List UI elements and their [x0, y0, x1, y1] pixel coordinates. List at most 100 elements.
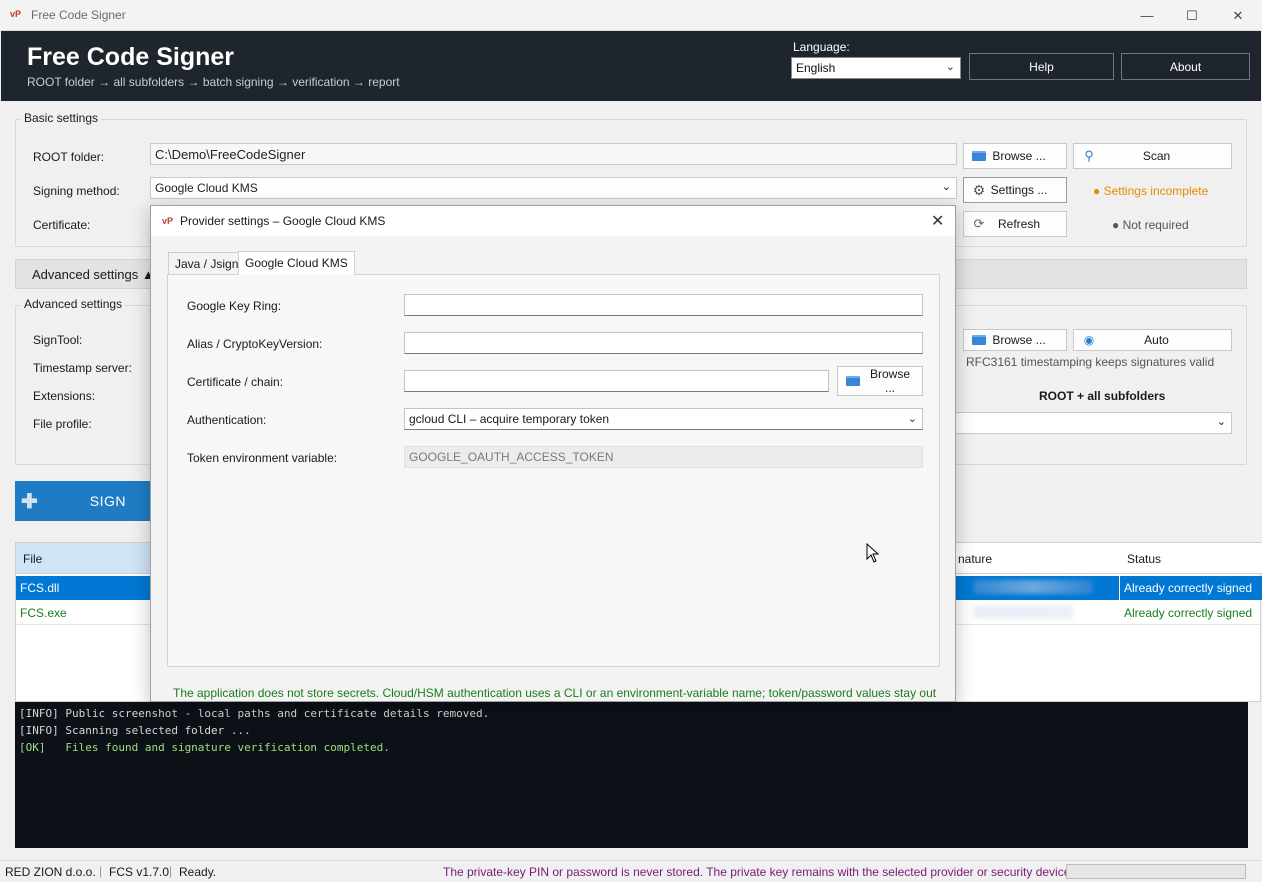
- close-window-button[interactable]: ✕: [1215, 0, 1261, 31]
- scope-label: ROOT + all subfolders: [1039, 389, 1166, 403]
- key-ring-input[interactable]: [404, 294, 923, 316]
- key-ring-label: Google Key Ring:: [187, 299, 282, 313]
- dialog-title: Provider settings – Google Cloud KMS: [180, 214, 386, 228]
- refresh-button[interactable]: ⟳ Refresh: [963, 211, 1067, 237]
- browse-root-label: Browse ...: [992, 149, 1046, 163]
- folder-icon: [968, 335, 990, 345]
- root-folder-input[interactable]: C:\Demo\FreeCodeSigner: [150, 143, 957, 165]
- status-separator: |: [169, 864, 173, 878]
- status-bar: RED ZION d.o.o. | FCS v1.7.0 | Ready. Th…: [0, 860, 1262, 882]
- log-line: [INFO] Public screenshot - local paths a…: [19, 707, 490, 720]
- chevron-down-icon: ⌄: [941, 181, 951, 193]
- log-line: [OK] Files found and signature verificat…: [19, 741, 390, 754]
- dialog-titlebar: vP Provider settings – Google Cloud KMS …: [151, 206, 955, 236]
- authentication-value: gcloud CLI – acquire temporary token: [409, 412, 610, 426]
- about-button[interactable]: About: [1121, 53, 1250, 80]
- google-kms-panel: Google Key Ring: Alias / CryptoKeyVersio…: [167, 274, 940, 667]
- search-icon: ⚲: [1084, 148, 1094, 163]
- signing-method-value: Google Cloud KMS: [155, 181, 258, 195]
- minimize-button[interactable]: —: [1124, 0, 1170, 31]
- scan-label: Scan: [1142, 149, 1171, 163]
- status-cell: Already correctly signed: [1124, 606, 1253, 620]
- help-button[interactable]: Help: [969, 53, 1114, 80]
- secrets-note: The application does not store secrets. …: [173, 686, 937, 700]
- sign-button[interactable]: ✚ SIGN: [15, 481, 155, 521]
- refresh-label: Refresh: [997, 217, 1041, 231]
- app-subtitle: ROOT folder → all subfolders → batch sig…: [27, 75, 400, 89]
- app-icon: vP: [10, 9, 22, 19]
- maximize-button[interactable]: ☐: [1169, 0, 1215, 31]
- column-header-file[interactable]: File: [16, 543, 156, 574]
- progress-bar: [1066, 864, 1246, 879]
- token-env-input: GOOGLE_OAUTH_ACCESS_TOKEN: [404, 446, 923, 468]
- window-titlebar: vP Free Code Signer — ☐ ✕: [0, 0, 1262, 31]
- chevron-down-icon: ⌄: [1216, 416, 1226, 428]
- browse-root-button[interactable]: Browse ...: [963, 143, 1067, 169]
- basic-settings-title: Basic settings: [21, 111, 102, 125]
- provider-settings-button[interactable]: ⚙ Settings ...: [963, 177, 1067, 203]
- language-label: Language:: [793, 40, 850, 54]
- log-line: [INFO] Scanning selected folder ...: [19, 724, 251, 737]
- column-header-signature[interactable]: nature: [951, 543, 1121, 574]
- version-label: FCS v1.7.0: [109, 865, 170, 879]
- file-profile-label: File profile:: [33, 417, 92, 431]
- close-icon[interactable]: ✕: [931, 211, 944, 231]
- extensions-label: Extensions:: [33, 389, 96, 403]
- settings-status: ● Settings incomplete: [1093, 184, 1209, 198]
- authentication-select[interactable]: gcloud CLI – acquire temporary token ⌄: [404, 408, 923, 430]
- certificate-chain-label: Certificate / chain:: [187, 375, 284, 389]
- plus-icon: ✚: [21, 490, 38, 513]
- scan-button[interactable]: ⚲ Scan: [1073, 143, 1232, 169]
- language-select[interactable]: English ⌄: [791, 57, 961, 79]
- auto-button[interactable]: ◉ Auto: [1073, 329, 1232, 351]
- refresh-icon: ⟳: [973, 216, 985, 231]
- browse-certificate-button[interactable]: Browse ...: [837, 366, 923, 396]
- advanced-settings-title: Advanced settings: [21, 297, 126, 311]
- file-cell: FCS.exe: [20, 606, 67, 620]
- signing-method-label: Signing method:: [33, 184, 120, 198]
- chevron-down-icon: ⌄: [907, 413, 917, 425]
- app-icon: vP: [162, 216, 174, 226]
- company-name: RED ZION d.o.o.: [5, 865, 96, 879]
- signature-cell: [953, 576, 1119, 600]
- timestamp-note: RFC3161 timestamping keeps signatures va…: [966, 355, 1215, 369]
- browse-signtool-label: Browse ...: [992, 333, 1046, 347]
- gear-icon: ⚙: [972, 181, 986, 198]
- alias-input[interactable]: [404, 332, 923, 354]
- root-folder-label: ROOT folder:: [33, 150, 105, 164]
- status-state: Ready.: [179, 865, 217, 879]
- signtool-label: SignTool:: [33, 333, 83, 347]
- provider-settings-label: Settings ...: [990, 183, 1048, 197]
- chevron-down-icon: ⌄: [945, 61, 955, 73]
- column-header-status[interactable]: Status: [1120, 543, 1262, 574]
- file-profile-select[interactable]: ⌄: [955, 412, 1232, 434]
- browse-certificate-label: Browse ...: [869, 367, 910, 395]
- provider-settings-dialog: vP Provider settings – Google Cloud KMS …: [150, 205, 956, 702]
- status-cell: Already correctly signed: [1120, 576, 1262, 600]
- security-notice: The private-key PIN or password is never…: [443, 865, 1074, 879]
- auto-label: Auto: [1144, 333, 1169, 347]
- folder-icon: [968, 151, 990, 161]
- file-cell: FCS.dll: [16, 576, 152, 600]
- certificate-status: ● Not required: [1112, 218, 1189, 232]
- log-console: [INFO] Public screenshot - local paths a…: [15, 702, 1248, 848]
- language-value: English: [796, 61, 836, 75]
- mouse-cursor-icon: [866, 543, 880, 563]
- certificate-label: Certificate:: [33, 218, 91, 232]
- token-env-label: Token environment variable:: [187, 451, 338, 465]
- authentication-label: Authentication:: [187, 413, 267, 427]
- window-title: Free Code Signer: [31, 8, 126, 22]
- tab-google-cloud-kms[interactable]: Google Cloud KMS: [238, 251, 355, 275]
- folder-icon: [842, 376, 864, 386]
- sign-label: SIGN: [89, 493, 126, 509]
- alias-label: Alias / CryptoKeyVersion:: [187, 337, 323, 351]
- signing-method-select[interactable]: Google Cloud KMS ⌄: [150, 177, 957, 199]
- signature-cell: [953, 601, 1119, 625]
- browse-signtool-button[interactable]: Browse ...: [963, 329, 1067, 351]
- app-header: Free Code Signer ROOT folder → all subfo…: [1, 31, 1261, 101]
- advanced-toggle-label: Advanced settings ▲: [32, 267, 155, 282]
- certificate-chain-input[interactable]: [404, 370, 829, 392]
- tab-java-jsign[interactable]: Java / Jsign: [168, 252, 246, 274]
- status-separator: |: [99, 864, 103, 878]
- timestamp-label: Timestamp server:: [33, 361, 132, 375]
